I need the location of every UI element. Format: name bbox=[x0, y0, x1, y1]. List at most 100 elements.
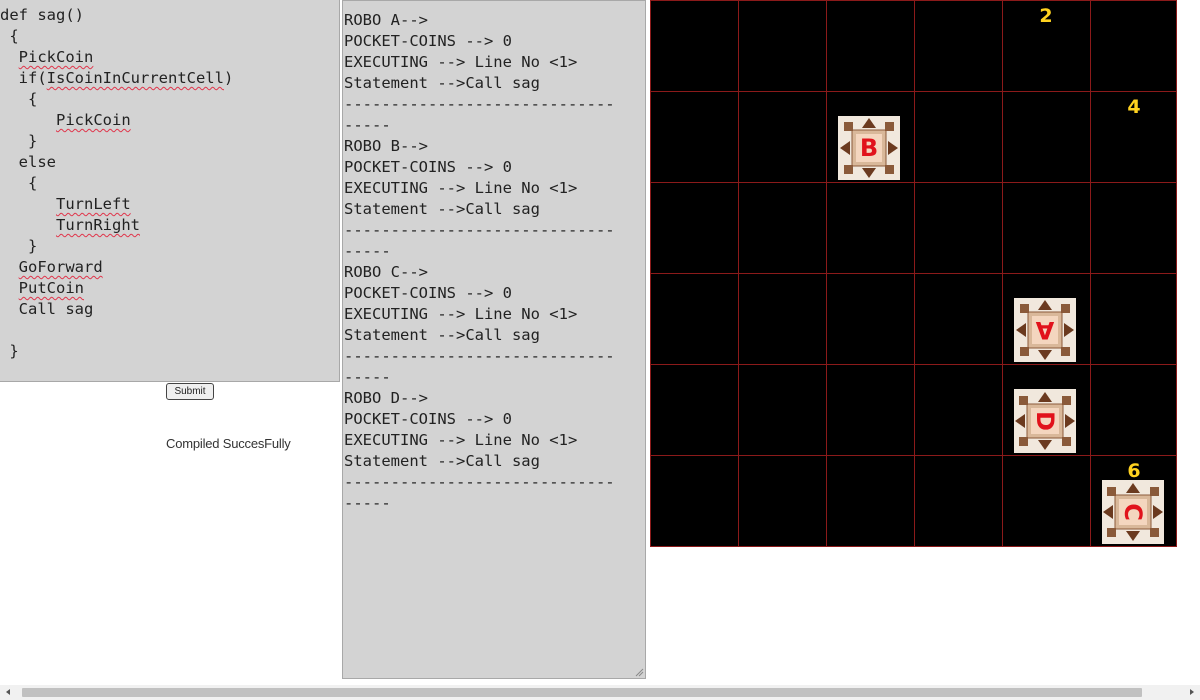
robot-b: B bbox=[838, 116, 900, 180]
robot-state-line: ROBO C--> bbox=[344, 263, 428, 281]
coin-count: 6 bbox=[1127, 460, 1141, 482]
grid-line bbox=[650, 273, 1177, 274]
grid-line bbox=[650, 455, 1177, 456]
robot-state-line: ----------------------------- bbox=[344, 347, 615, 365]
code-line: TurnRight bbox=[0, 215, 140, 236]
code-line: PickCoin bbox=[0, 110, 131, 131]
code-line: PickCoin bbox=[0, 47, 94, 68]
robot-state-line: POCKET-COINS --> 0 bbox=[344, 32, 512, 50]
code-token: { bbox=[28, 90, 38, 108]
robot-state-line: ROBO B--> bbox=[344, 137, 428, 155]
scroll-right-arrow-icon[interactable] bbox=[1186, 686, 1198, 698]
robot-state-line: ROBO A--> bbox=[344, 11, 428, 29]
robot-label: B bbox=[859, 134, 879, 162]
code-line: else bbox=[0, 152, 56, 173]
code-token-flagged: IsCoinInCurrentCell bbox=[46, 69, 224, 87]
submit-button[interactable]: Submit bbox=[166, 383, 214, 400]
code-token: ) bbox=[223, 69, 234, 87]
robot-state-panel[interactable]: ROBO A--> POCKET-COINS --> 0 EXECUTING -->… bbox=[342, 0, 646, 679]
robot-state-line: ----------------------------- bbox=[344, 95, 615, 113]
code-token: else bbox=[18, 153, 56, 171]
robot-state-line: Statement -->Call sag bbox=[344, 326, 540, 344]
code-line: TurnLeft bbox=[0, 194, 131, 215]
robot-state-line: EXECUTING --> Line No <1> bbox=[344, 53, 578, 71]
code-token-flagged: PickCoin bbox=[56, 111, 131, 129]
code-token-flagged: TurnLeft bbox=[56, 195, 131, 213]
grid-line bbox=[650, 0, 1177, 1]
code-line: } bbox=[0, 341, 19, 362]
robot-state-line: ----- bbox=[344, 242, 391, 260]
code-line: GoForward bbox=[0, 257, 103, 278]
grid-line bbox=[650, 364, 1177, 365]
code-token: def sag() bbox=[0, 6, 84, 24]
resize-grip-icon[interactable] bbox=[634, 667, 644, 677]
robot-d: D bbox=[1014, 389, 1076, 453]
compile-status-message: Compiled SuccesFully bbox=[166, 436, 291, 451]
robot-state-line: ROBO D--> bbox=[344, 389, 428, 407]
robot-state-line: POCKET-COINS --> 0 bbox=[344, 410, 512, 428]
robot-c: C bbox=[1102, 480, 1164, 544]
robot-label: C bbox=[1119, 503, 1147, 521]
code-line: def sag() bbox=[0, 5, 84, 26]
code-token: { bbox=[9, 27, 19, 45]
code-token: } bbox=[9, 342, 19, 360]
code-token: { bbox=[28, 174, 38, 192]
grid-line bbox=[650, 91, 1177, 92]
code-line: } bbox=[0, 131, 37, 152]
code-token: Call sag bbox=[18, 300, 94, 318]
robot-state-line: POCKET-COINS --> 0 bbox=[344, 284, 512, 302]
code-line: { bbox=[0, 89, 37, 110]
robot-state-line: ----------------------------- bbox=[344, 221, 615, 239]
coin-count: 2 bbox=[1039, 5, 1053, 27]
robot-state-line: ----- bbox=[344, 116, 391, 134]
code-line: } bbox=[0, 236, 37, 257]
code-line: { bbox=[0, 173, 37, 194]
coin-count: 4 bbox=[1127, 96, 1141, 118]
robot-state-line: EXECUTING --> Line No <1> bbox=[344, 305, 578, 323]
robot-state-line: EXECUTING --> Line No <1> bbox=[344, 179, 578, 197]
code-line: PutCoin bbox=[0, 278, 84, 299]
robot-label: A bbox=[1035, 316, 1055, 344]
code-token: } bbox=[28, 132, 38, 150]
code-token-flagged: PutCoin bbox=[18, 279, 84, 297]
robot-state-line: ----------------------------- bbox=[344, 473, 615, 491]
grid-line bbox=[650, 182, 1177, 183]
horizontal-scrollbar[interactable] bbox=[0, 685, 1200, 700]
robot-state-line: POCKET-COINS --> 0 bbox=[344, 158, 512, 176]
code-token-flagged: GoForward bbox=[18, 258, 103, 276]
code-token: if( bbox=[18, 69, 47, 87]
robot-state-line: Statement -->Call sag bbox=[344, 74, 540, 92]
game-board: 2 4 6 B A D C bbox=[650, 0, 1177, 547]
code-token: } bbox=[28, 237, 38, 255]
scroll-left-arrow-icon[interactable] bbox=[2, 686, 14, 698]
scrollbar-thumb[interactable] bbox=[22, 688, 1142, 697]
robot-state-line: ----- bbox=[344, 368, 391, 386]
code-line: { bbox=[0, 26, 19, 47]
robot-state-line: Statement -->Call sag bbox=[344, 452, 540, 470]
code-line: if(IsCoinInCurrentCell) bbox=[0, 68, 234, 89]
robot-state-line: EXECUTING --> Line No <1> bbox=[344, 431, 578, 449]
code-line: Call sag bbox=[0, 299, 94, 320]
grid-line bbox=[650, 546, 1177, 547]
code-editor[interactable]: def sag() { PickCoin if(IsCoinInCurrentC… bbox=[0, 0, 340, 382]
robot-a: A bbox=[1014, 298, 1076, 362]
code-token-flagged: PickCoin bbox=[18, 48, 94, 66]
code-token-flagged: TurnRight bbox=[56, 216, 140, 234]
robot-state-line: ----- bbox=[344, 494, 391, 512]
robot-label: D bbox=[1031, 411, 1059, 431]
